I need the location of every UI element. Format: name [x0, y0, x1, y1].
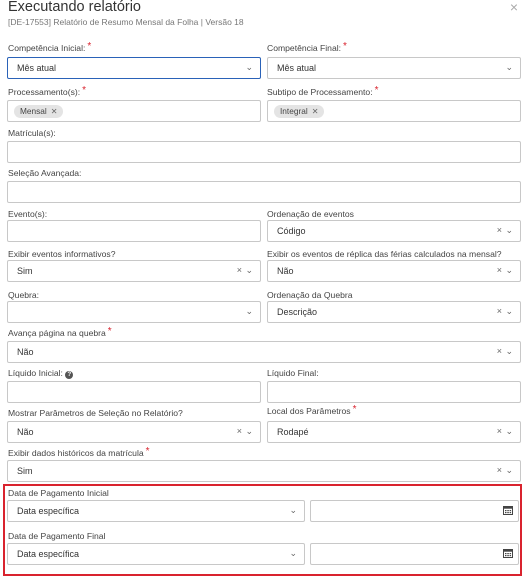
liquido-inicial-label: Líquido Inicial: ?: [8, 368, 74, 379]
chevron-down-icon: ⌄: [505, 62, 513, 72]
clear-icon[interactable]: ×: [497, 426, 502, 436]
dialog-subtitle: [DE-17553] Relatório de Resumo Mensal da…: [8, 17, 244, 27]
chevron-down-icon: ⌄: [245, 62, 253, 72]
chevron-down-icon: ⌄: [245, 306, 253, 316]
ordenacao-quebra-label: Ordenação da Quebra: [267, 290, 353, 300]
clear-icon[interactable]: ×: [237, 265, 242, 275]
chevron-down-icon: ⌄: [505, 465, 513, 475]
chip-remove-icon[interactable]: ✕: [51, 107, 58, 116]
clear-icon[interactable]: ×: [497, 346, 502, 356]
chevron-down-icon: ⌄: [245, 426, 253, 436]
mostrar-parametros-label: Mostrar Parâmetros de Seleção no Relatór…: [8, 408, 183, 418]
subtipo-label: Subtipo de Processamento: *: [267, 85, 379, 98]
exibir-informativos-label: Exibir eventos informativos?: [8, 249, 116, 259]
ordenacao-eventos-select[interactable]: Código × ⌄: [267, 220, 521, 242]
calendar-icon[interactable]: [503, 505, 513, 515]
exibir-historicos-label: Exibir dados históricos da matrícula *: [8, 446, 150, 459]
selecao-avancada-input[interactable]: [7, 181, 521, 203]
chevron-down-icon: ⌄: [289, 505, 297, 515]
chevron-down-icon: ⌄: [289, 548, 297, 558]
liquido-final-label: Líquido Final:: [267, 368, 319, 378]
exibir-historicos-select[interactable]: Sim × ⌄: [7, 460, 521, 482]
clear-icon[interactable]: ×: [237, 426, 242, 436]
matriculas-input[interactable]: [7, 141, 521, 163]
local-parametros-label: Local dos Parâmetros *: [267, 404, 357, 417]
clear-icon[interactable]: ×: [497, 265, 502, 275]
quebra-label: Quebra:: [8, 290, 40, 300]
data-pagamento-inicial-date[interactable]: [310, 500, 519, 522]
ordenacao-eventos-label: Ordenação de eventos: [267, 209, 354, 219]
info-icon[interactable]: ?: [65, 371, 74, 379]
data-pagamento-inicial-label: Data de Pagamento Inicial: [8, 488, 109, 498]
ordenacao-quebra-select[interactable]: Descrição × ⌄: [267, 301, 521, 323]
calendar-icon[interactable]: [503, 548, 513, 558]
processamento-chip: Mensal ✕: [14, 105, 64, 118]
chevron-down-icon: ⌄: [505, 225, 513, 235]
chip-remove-icon[interactable]: ✕: [312, 107, 319, 116]
data-pagamento-inicial-select[interactable]: Data específica ⌄: [7, 500, 305, 522]
exibir-replica-select[interactable]: Não × ⌄: [267, 260, 521, 282]
subtipo-multiselect[interactable]: Integral ✕: [267, 100, 521, 122]
competencia-final-label: Competência Final: *: [267, 41, 347, 54]
exibir-informativos-select[interactable]: Sim × ⌄: [7, 260, 261, 282]
avanca-pagina-select[interactable]: Não × ⌄: [7, 341, 521, 363]
chevron-down-icon: ⌄: [505, 346, 513, 356]
processamentos-multiselect[interactable]: Mensal ✕: [7, 100, 261, 122]
processamentos-label: Processamento(s): *: [8, 85, 87, 98]
selecao-avancada-label: Seleção Avançada:: [8, 168, 82, 178]
chevron-down-icon: ⌄: [505, 265, 513, 275]
clear-icon[interactable]: ×: [497, 225, 502, 235]
competencia-inicial-label: Competência Inicial: *: [8, 41, 92, 54]
mostrar-parametros-select[interactable]: Não × ⌄: [7, 421, 261, 443]
chevron-down-icon: ⌄: [505, 426, 513, 436]
exibir-replica-label: Exibir os eventos de réplica das férias …: [267, 249, 502, 259]
close-icon[interactable]: ×: [510, 0, 518, 15]
chevron-down-icon: ⌄: [245, 265, 253, 275]
quebra-select[interactable]: ⌄: [7, 301, 261, 323]
clear-icon[interactable]: ×: [497, 306, 502, 316]
local-parametros-select[interactable]: Rodapé × ⌄: [267, 421, 521, 443]
liquido-final-input[interactable]: [267, 381, 521, 403]
matriculas-label: Matrícula(s):: [8, 128, 56, 138]
data-pagamento-final-select[interactable]: Data específica ⌄: [7, 543, 305, 565]
chevron-down-icon: ⌄: [505, 306, 513, 316]
data-pagamento-final-label: Data de Pagamento Final: [8, 531, 106, 541]
dialog-title: Executando relatório: [8, 0, 141, 15]
competencia-final-select[interactable]: Mês atual ⌄: [267, 57, 521, 79]
liquido-inicial-input[interactable]: [7, 381, 261, 403]
subtipo-chip: Integral ✕: [274, 105, 325, 118]
competencia-inicial-select[interactable]: Mês atual ⌄: [7, 57, 261, 79]
data-pagamento-final-date[interactable]: [310, 543, 519, 565]
eventos-label: Evento(s):: [8, 209, 48, 219]
avanca-pagina-label: Avança página na quebra *: [8, 326, 112, 339]
clear-icon[interactable]: ×: [497, 465, 502, 475]
eventos-input[interactable]: [7, 220, 261, 242]
